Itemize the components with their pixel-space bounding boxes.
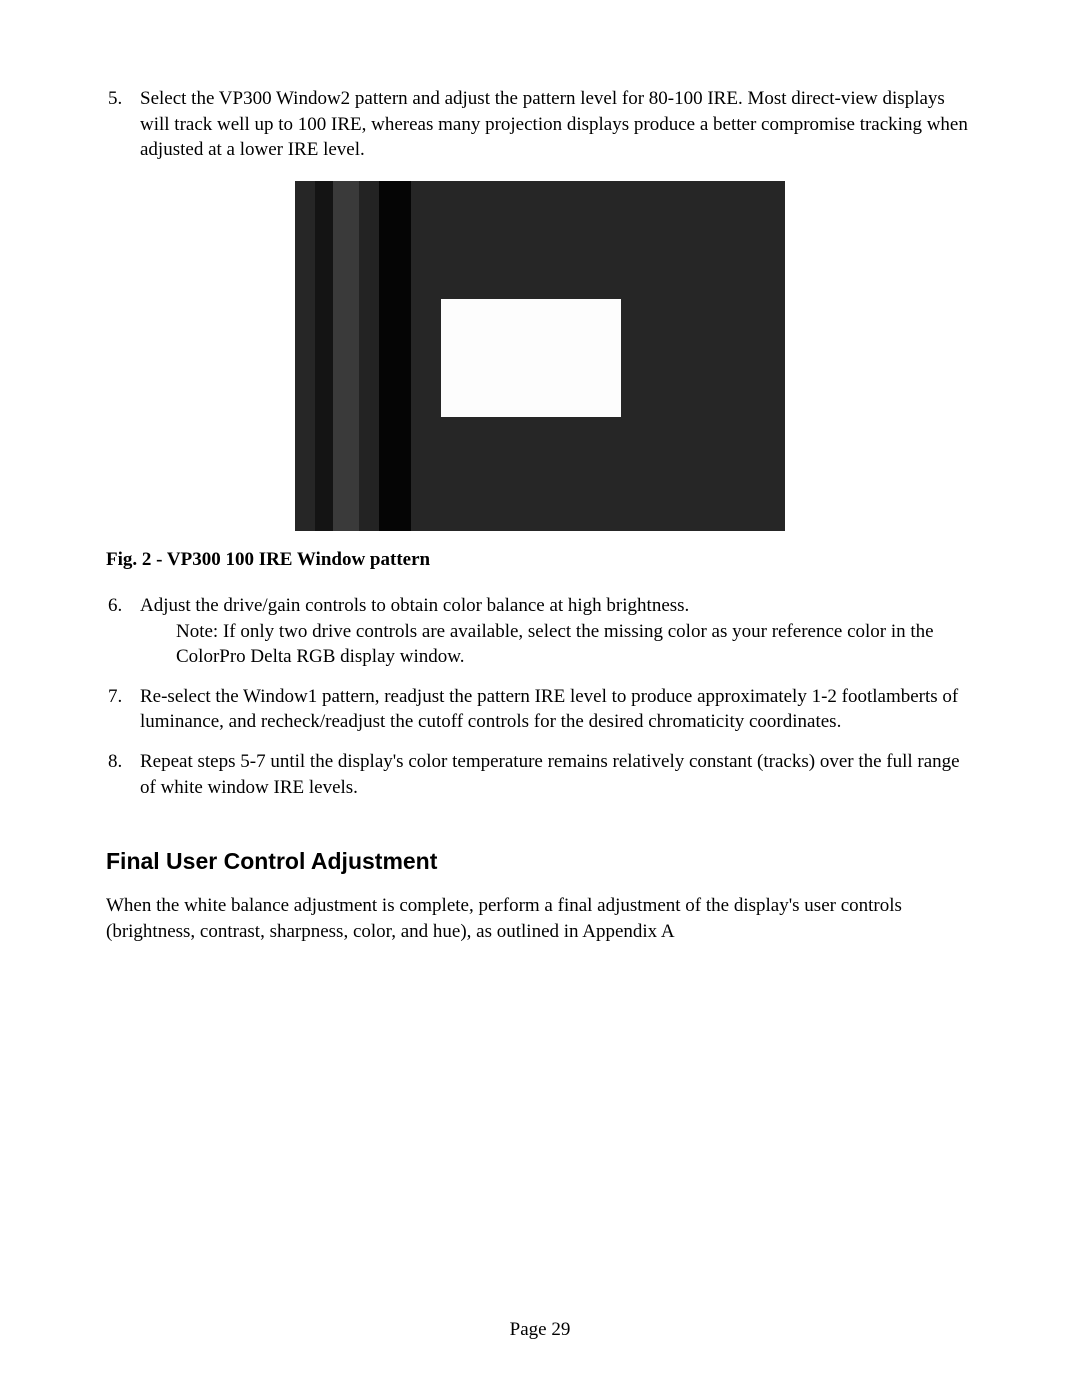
list-item: 8. Repeat steps 5-7 until the display's … — [106, 749, 974, 800]
page-number: Page 29 — [0, 1319, 1080, 1341]
ramp-bar — [379, 181, 411, 531]
list-text-note: Note: If only two drive controls are ava… — [140, 619, 974, 670]
ire-window-pattern-figure — [295, 181, 785, 531]
ramp-bar — [295, 181, 315, 531]
list-number: 7. — [106, 684, 140, 710]
list-number: 8. — [106, 749, 140, 775]
ramp-bar — [315, 181, 333, 531]
list-item: 7. Re-select the Window1 pattern, readju… — [106, 684, 974, 735]
list-item: 5. Select the VP300 Window2 pattern and … — [106, 86, 974, 163]
instruction-list: 5. Select the VP300 Window2 pattern and … — [106, 86, 974, 163]
instruction-list-continued: 6. Adjust the drive/gain controls to obt… — [106, 593, 974, 800]
ramp-bar — [333, 181, 359, 531]
list-text-main: Adjust the drive/gain controls to obtain… — [140, 595, 689, 616]
section-heading: Final User Control Adjustment — [106, 848, 974, 875]
list-text: Re-select the Window1 pattern, readjust … — [140, 684, 974, 735]
ramp-bar — [359, 181, 379, 531]
white-window — [441, 299, 621, 417]
list-text: Repeat steps 5-7 until the display's col… — [140, 749, 974, 800]
pattern-field — [411, 181, 785, 531]
figure-container — [106, 181, 974, 531]
document-page: 5. Select the VP300 Window2 pattern and … — [0, 0, 1080, 945]
figure-caption: Fig. 2 - VP300 100 IRE Window pattern — [106, 549, 974, 571]
body-paragraph: When the white balance adjustment is com… — [106, 893, 974, 944]
list-number: 6. — [106, 593, 140, 619]
list-text: Adjust the drive/gain controls to obtain… — [140, 593, 974, 670]
list-item: 6. Adjust the drive/gain controls to obt… — [106, 593, 974, 670]
list-number: 5. — [106, 86, 140, 112]
list-text: Select the VP300 Window2 pattern and adj… — [140, 86, 974, 163]
